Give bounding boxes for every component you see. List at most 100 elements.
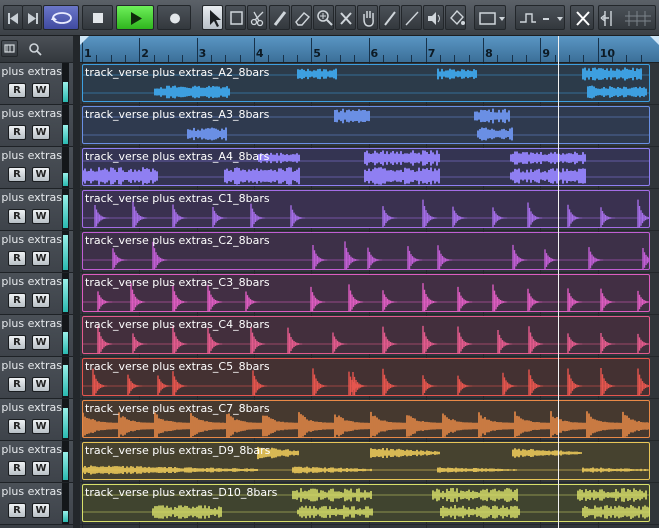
audio-event[interactable]: track_verse plus extras_C2_8bars — [82, 232, 650, 270]
glue-button[interactable] — [269, 5, 290, 30]
arrangement-area[interactable]: track_verse plus extras_A2_8bars track_ve… — [80, 63, 659, 528]
record-button[interactable] — [157, 5, 191, 30]
track-row[interactable]: verse plus extras RW — [0, 483, 73, 525]
audio-event[interactable]: track_verse plus extras_C1_8bars — [82, 190, 650, 228]
track-name[interactable]: verse plus extras — [0, 401, 64, 415]
read-automation-button[interactable]: R — [8, 461, 26, 476]
track-lane[interactable]: track_verse plus extras_C4_8bars — [80, 315, 659, 357]
track-lane[interactable]: track_verse plus extras_A4_8bars — [80, 147, 659, 189]
stop-button[interactable] — [82, 5, 113, 30]
track-name[interactable]: verse plus extras — [0, 149, 64, 163]
play-button[interactable] — [116, 5, 154, 30]
audio-event[interactable]: track_verse plus extras_A4_8bars — [82, 148, 650, 186]
write-automation-button[interactable]: W — [32, 503, 50, 518]
zoom-button[interactable] — [313, 5, 334, 30]
read-automation-button[interactable]: R — [8, 167, 26, 182]
track-name[interactable]: verse plus extras — [0, 317, 64, 331]
color-button[interactable] — [445, 5, 466, 30]
track-name[interactable]: verse plus extras — [0, 359, 64, 373]
split-scissors-button[interactable] — [247, 5, 267, 30]
write-automation-button[interactable]: W — [32, 335, 50, 350]
track-name[interactable]: verse plus extras — [0, 485, 64, 499]
write-automation-button[interactable]: W — [32, 293, 50, 308]
audio-event[interactable]: track_verse plus extras_D9_8bars — [82, 442, 650, 480]
track-row[interactable]: verse plus extras RW — [0, 231, 73, 273]
go-to-end-button[interactable] — [22, 5, 42, 30]
audio-event[interactable]: track_verse plus extras_C4_8bars — [82, 316, 650, 354]
write-automation-button[interactable]: W — [32, 83, 50, 98]
track-lane[interactable]: track_verse plus extras_C7_8bars — [80, 399, 659, 441]
object-selection-button[interactable] — [202, 5, 223, 30]
track-row[interactable]: verse plus extras RW — [0, 357, 73, 399]
track-row[interactable]: verse plus extras RW — [0, 273, 73, 315]
mute-button[interactable] — [335, 5, 356, 30]
read-automation-button[interactable]: R — [8, 251, 26, 266]
line-button[interactable] — [401, 5, 422, 30]
write-automation-button[interactable]: W — [32, 419, 50, 434]
track-lane[interactable]: track_verse plus extras_C3_8bars — [80, 273, 659, 315]
ruler-beat-tick — [440, 55, 442, 62]
snap-type-button[interactable] — [515, 5, 565, 30]
left-locator[interactable] — [80, 36, 89, 45]
cycle-button[interactable] — [43, 5, 79, 30]
write-automation-button[interactable]: W — [32, 377, 50, 392]
read-automation-button[interactable]: R — [8, 83, 26, 98]
track-options-icon[interactable] — [1, 40, 18, 57]
write-automation-button[interactable]: W — [32, 167, 50, 182]
snap-button[interactable] — [570, 5, 594, 30]
hand-button[interactable] — [357, 5, 378, 30]
track-row[interactable]: verse plus extras RW — [0, 441, 73, 483]
write-automation-button[interactable]: W — [32, 209, 50, 224]
audio-event[interactable]: track_verse plus extras_D10_8bars — [82, 484, 650, 522]
track-row[interactable]: verse plus extras RW — [0, 399, 73, 441]
speaker-button[interactable] — [423, 5, 444, 30]
audio-event[interactable]: track_verse plus extras_C7_8bars — [82, 400, 650, 438]
track-lane[interactable]: track_verse plus extras_D10_8bars — [80, 483, 659, 525]
level-meter — [62, 63, 69, 104]
level-meter — [62, 483, 69, 524]
track-row[interactable]: verse plus extras RW — [0, 63, 73, 105]
read-automation-button[interactable]: R — [8, 209, 26, 224]
range-selection-button[interactable] — [225, 5, 246, 30]
write-automation-button[interactable]: W — [32, 461, 50, 476]
track-name[interactable]: verse plus extras — [0, 233, 64, 247]
ruler[interactable]: 1 2 3 4 5 6 7 8 9 10 — [80, 36, 659, 63]
audio-event[interactable]: track_verse plus extras_A3_8bars — [82, 106, 650, 144]
search-icon[interactable] — [27, 41, 43, 57]
read-automation-button[interactable]: R — [8, 335, 26, 350]
track-lane[interactable]: track_verse plus extras_D9_8bars — [80, 441, 659, 483]
write-automation-button[interactable]: W — [32, 125, 50, 140]
go-to-start-button[interactable] — [3, 5, 23, 30]
track-row[interactable]: verse plus extras RW — [0, 147, 73, 189]
write-automation-button[interactable]: W — [32, 251, 50, 266]
track-name[interactable]: verse plus extras — [0, 275, 64, 289]
track-row[interactable]: verse plus extras RW — [0, 315, 73, 357]
track-name[interactable]: verse plus extras — [0, 65, 64, 79]
project-cursor[interactable] — [558, 36, 559, 528]
read-automation-button[interactable]: R — [8, 419, 26, 434]
track-lane[interactable]: track_verse plus extras_C5_8bars — [80, 357, 659, 399]
track-name[interactable]: verse plus extras — [0, 191, 64, 205]
grid-button[interactable] — [598, 5, 656, 30]
audio-event[interactable]: track_verse plus extras_C5_8bars — [82, 358, 650, 396]
track-lane[interactable]: track_verse plus extras_A3_8bars — [80, 105, 659, 147]
audio-event[interactable]: track_verse plus extras_A2_8bars — [82, 64, 650, 102]
track-list-divider[interactable] — [73, 36, 80, 528]
read-automation-button[interactable]: R — [8, 125, 26, 140]
track-lane[interactable]: track_verse plus extras_C1_8bars — [80, 189, 659, 231]
audio-event[interactable]: track_verse plus extras_C3_8bars — [82, 274, 650, 312]
ruler-beat-tick — [569, 55, 571, 62]
track-row[interactable]: verse plus extras RW — [0, 105, 73, 147]
window-layout-button[interactable] — [474, 5, 506, 30]
read-automation-button[interactable]: R — [8, 503, 26, 518]
track-lane[interactable]: track_verse plus extras_A2_8bars — [80, 63, 659, 105]
read-automation-button[interactable]: R — [8, 377, 26, 392]
read-automation-button[interactable]: R — [8, 293, 26, 308]
draw-button[interactable] — [379, 5, 400, 30]
track-lane[interactable]: track_verse plus extras_C2_8bars — [80, 231, 659, 273]
erase-button[interactable] — [291, 5, 312, 30]
track-row[interactable]: verse plus extras RW — [0, 189, 73, 231]
track-name[interactable]: verse plus extras — [0, 107, 64, 121]
track-name[interactable]: verse plus extras — [0, 443, 64, 457]
right-locator[interactable] — [650, 36, 659, 45]
